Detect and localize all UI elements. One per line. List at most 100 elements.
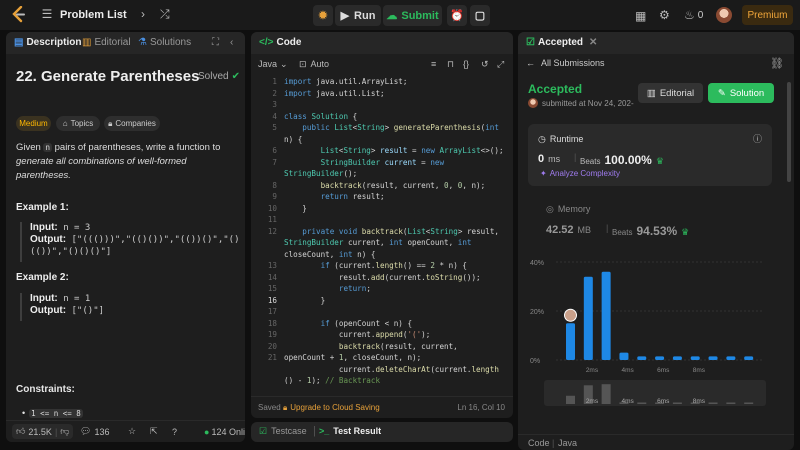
memory-section[interactable]: ◎ Memory 42.52 MB | Beats 94.53% ♛ 40% 20% 0% 2… (528, 188, 772, 443)
submit-button[interactable]: ☁ Submit (383, 5, 442, 26)
example-2-heading: Example 2: (16, 272, 69, 283)
fullscreen-icon[interactable]: ⤢ (497, 59, 504, 70)
my-submission-avatar (564, 308, 577, 322)
next-problem-icon[interactable]: › (141, 7, 145, 21)
language-select[interactable]: Java ⌄ (258, 59, 288, 70)
previous-problem-icon[interactable]: ‹ (119, 7, 123, 21)
chart-bar[interactable] (566, 323, 575, 360)
line-number: 12 (267, 226, 277, 236)
x-tick-label: 4ms (621, 367, 634, 374)
premium-button[interactable]: Premium (742, 5, 793, 25)
overview-bar (601, 384, 611, 404)
tab-editorial[interactable]: ▥ Editorial (82, 37, 131, 48)
submission-footer: Code | Java (518, 434, 794, 450)
problem-list-icon[interactable]: ☰ (40, 7, 54, 21)
star-icon[interactable]: ☆ (128, 426, 136, 437)
gear-icon[interactable]: ⚙ (659, 8, 670, 22)
alarm-clock-icon: ⏰ (450, 10, 464, 22)
scrollbar[interactable] (787, 82, 791, 182)
expand-icon[interactable]: ⛶ (212, 37, 219, 48)
comments-button[interactable]: 💬︎ 136 (80, 426, 109, 437)
chart-bar[interactable] (744, 356, 754, 360)
runtime-card[interactable]: ◷ Runtime ⓘ 0 ms | Beats 100.00% ♛ ✦ Analyze … (528, 124, 772, 186)
runtime-label: ◷ Runtime (538, 134, 584, 144)
line-number: 18 (267, 318, 277, 328)
y-tick-label: 0% (530, 358, 540, 365)
chart-bar[interactable] (619, 352, 629, 360)
chart-bar[interactable] (655, 356, 665, 360)
debug-button[interactable]: ✹ (313, 5, 333, 26)
code-editor-panel: </> Code Java ⌄ ⊡ Auto ≡ ⊓ {} ↺ ⤢ 123456789… (251, 32, 513, 418)
braces-icon[interactable]: {} (463, 59, 469, 69)
leetcode-logo-icon[interactable] (12, 5, 28, 24)
line-number: 6 (272, 146, 277, 155)
divider: | (606, 223, 609, 233)
code-area[interactable]: 12345678910111213141516171819202122 impo… (251, 76, 513, 384)
format-icon[interactable]: ≡ (431, 59, 436, 69)
tab-code[interactable]: </> Code (259, 37, 301, 48)
tab-description[interactable]: ▤ Description (14, 37, 81, 48)
collapse-panel-icon[interactable]: ‹ (230, 37, 233, 48)
shuffle-icon[interactable]: ⤮ (160, 7, 170, 22)
tab-testcase[interactable]: ☑ Testcase (259, 426, 307, 437)
y-tick-label: 40% (530, 260, 544, 267)
chart-bar[interactable] (708, 356, 718, 360)
info-icon[interactable]: ⓘ (753, 132, 762, 145)
runtime-distribution-chart[interactable]: 40% 20% 0% 2ms 4ms 6ms 8ms 2ms 4ms 6ms 8ms (528, 248, 772, 438)
chevron-down-icon: ⌄ (280, 58, 288, 69)
chart-bar[interactable] (637, 356, 647, 360)
avatar[interactable] (716, 7, 732, 23)
x-tick-label: 8ms (693, 367, 706, 374)
like-button[interactable]: 👍︎ 21.5K | 👎︎ (12, 424, 74, 439)
flask-icon: ⚗ (138, 37, 147, 48)
check-circle-icon: ✔ (231, 71, 240, 82)
problem-list-link[interactable]: Problem List (60, 9, 127, 21)
close-icon[interactable]: ✕ (589, 37, 597, 48)
range-overview[interactable] (544, 380, 766, 406)
online-count: ●124 Onlin (204, 426, 245, 437)
editorial-button[interactable]: ▥ Editorial (638, 83, 703, 103)
streak-count: 0 (697, 9, 704, 21)
cursor-position: Ln 16, Col 10 (457, 403, 505, 412)
line-number: 7 (272, 157, 277, 167)
analyze-complexity-link[interactable]: ✦ Analyze Complexity (540, 169, 620, 178)
tab-test-result[interactable]: >_ Test Result (319, 426, 381, 436)
solution-button[interactable]: ✎ Solution (708, 83, 774, 103)
share-icon[interactable]: ⇱ (150, 426, 158, 437)
lock-icon: 🔒︎ (283, 402, 288, 412)
help-icon[interactable]: ? (172, 427, 177, 437)
all-submissions-link[interactable]: ← All Submissions (526, 58, 605, 68)
example-2: Input: n = 1 Output: ["()"] (20, 293, 240, 321)
chart-bar[interactable] (583, 276, 593, 360)
notes-button[interactable]: ▢ (470, 5, 490, 26)
tab-solutions[interactable]: ⚗ Solutions (138, 37, 191, 48)
companies-chip[interactable]: 🔒︎ Companies (104, 116, 160, 131)
constraint-item: • 1 <= n <= 8 (22, 408, 83, 418)
thumbs-up-icon: 👍︎ (16, 426, 26, 436)
line-number: 16 (267, 295, 277, 305)
tab-accepted[interactable]: ☑ Accepted ✕ (526, 37, 597, 48)
celebrate-icon: ♛ (655, 156, 664, 166)
reset-icon[interactable]: ↺ (481, 59, 489, 70)
document-icon: ▤ (14, 37, 24, 48)
overview-bar (744, 402, 754, 404)
overview-bar (637, 402, 647, 404)
run-button[interactable]: ▶ Run (335, 5, 381, 26)
memory-value: 42.52 MB (546, 224, 592, 236)
editor-footer: Saved 🔒︎ Upgrade to Cloud Saving Ln 16, C… (251, 396, 513, 418)
timer-button[interactable]: ⏰ (447, 5, 467, 26)
topics-chip[interactable]: ⌂ Topics (56, 116, 100, 131)
submitted-info: submitted at Nov 24, 202- (528, 98, 634, 108)
auto-mode[interactable]: ⊡ Auto (299, 59, 329, 70)
streak-counter[interactable]: ♨ 0 (684, 8, 703, 22)
link-icon[interactable]: ⛓ (770, 57, 784, 70)
overview-tick-label: 4ms (621, 398, 634, 405)
submit-label: Submit (401, 9, 439, 22)
upgrade-cloud-link[interactable]: 🔒︎ Upgrade to Cloud Saving (283, 403, 380, 413)
bookmark-icon[interactable]: ⊓ (447, 59, 454, 70)
layout-grid-icon[interactable]: ▦ (635, 9, 646, 23)
chart-bar[interactable] (690, 356, 700, 360)
chart-bar[interactable] (601, 271, 611, 360)
chart-bar[interactable] (726, 356, 736, 360)
chart-bar[interactable] (672, 356, 682, 360)
